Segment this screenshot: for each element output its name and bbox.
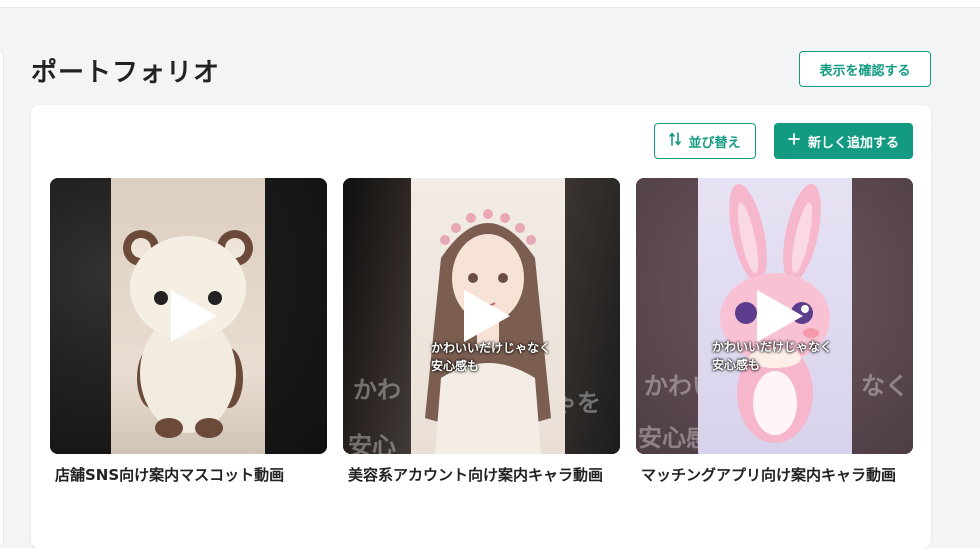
view-confirm-button[interactable]: 表示を確認する <box>799 51 931 87</box>
item-title: 美容系アカウント向け案内キャラ動画 <box>348 466 604 484</box>
add-new-button[interactable]: 新しく追加する <box>774 123 913 159</box>
portfolio-item[interactable]: かわ ゃを 安心 かわいいだけじゃなく 安心感も 美容系アカウント向け案内キャラ… <box>343 178 620 486</box>
overlay-text-line2: 安心感も <box>712 358 761 372</box>
plus-icon <box>788 133 800 149</box>
play-icon <box>170 290 217 342</box>
portfolio-item[interactable]: かわい なく 安心感 かわいいだけじゃなく 安心感も マッチングアプリ向け案内キ… <box>636 178 913 486</box>
item-title: 店舗SNS向け案内マスコット動画 <box>55 466 285 484</box>
page-title: ポートフォリオ <box>31 58 221 88</box>
side-panel-edge <box>0 50 4 548</box>
overlay-text-line2: 安心感も <box>431 359 480 373</box>
portfolio-card: 並び替え 新しく追加する 店舗SNS向け案内マスコット動画 かわ ゃを 安心 か… <box>31 105 931 548</box>
sort-button[interactable]: 並び替え <box>654 123 756 159</box>
portfolio-item[interactable]: 店舗SNS向け案内マスコット動画 <box>50 178 327 486</box>
video-thumbnail[interactable]: かわ ゃを 安心 かわいいだけじゃなく 安心感も <box>343 178 620 454</box>
top-bar <box>0 0 980 8</box>
play-icon <box>756 290 803 342</box>
sort-label: 並び替え <box>688 135 741 151</box>
add-label: 新しく追加する <box>807 135 899 151</box>
sort-icon <box>669 132 682 150</box>
video-thumbnail[interactable] <box>50 178 327 454</box>
video-thumbnail[interactable]: かわい なく 安心感 かわいいだけじゃなく 安心感も <box>636 178 913 454</box>
item-title: マッチングアプリ向け案内キャラ動画 <box>641 466 897 484</box>
play-icon <box>463 290 510 342</box>
